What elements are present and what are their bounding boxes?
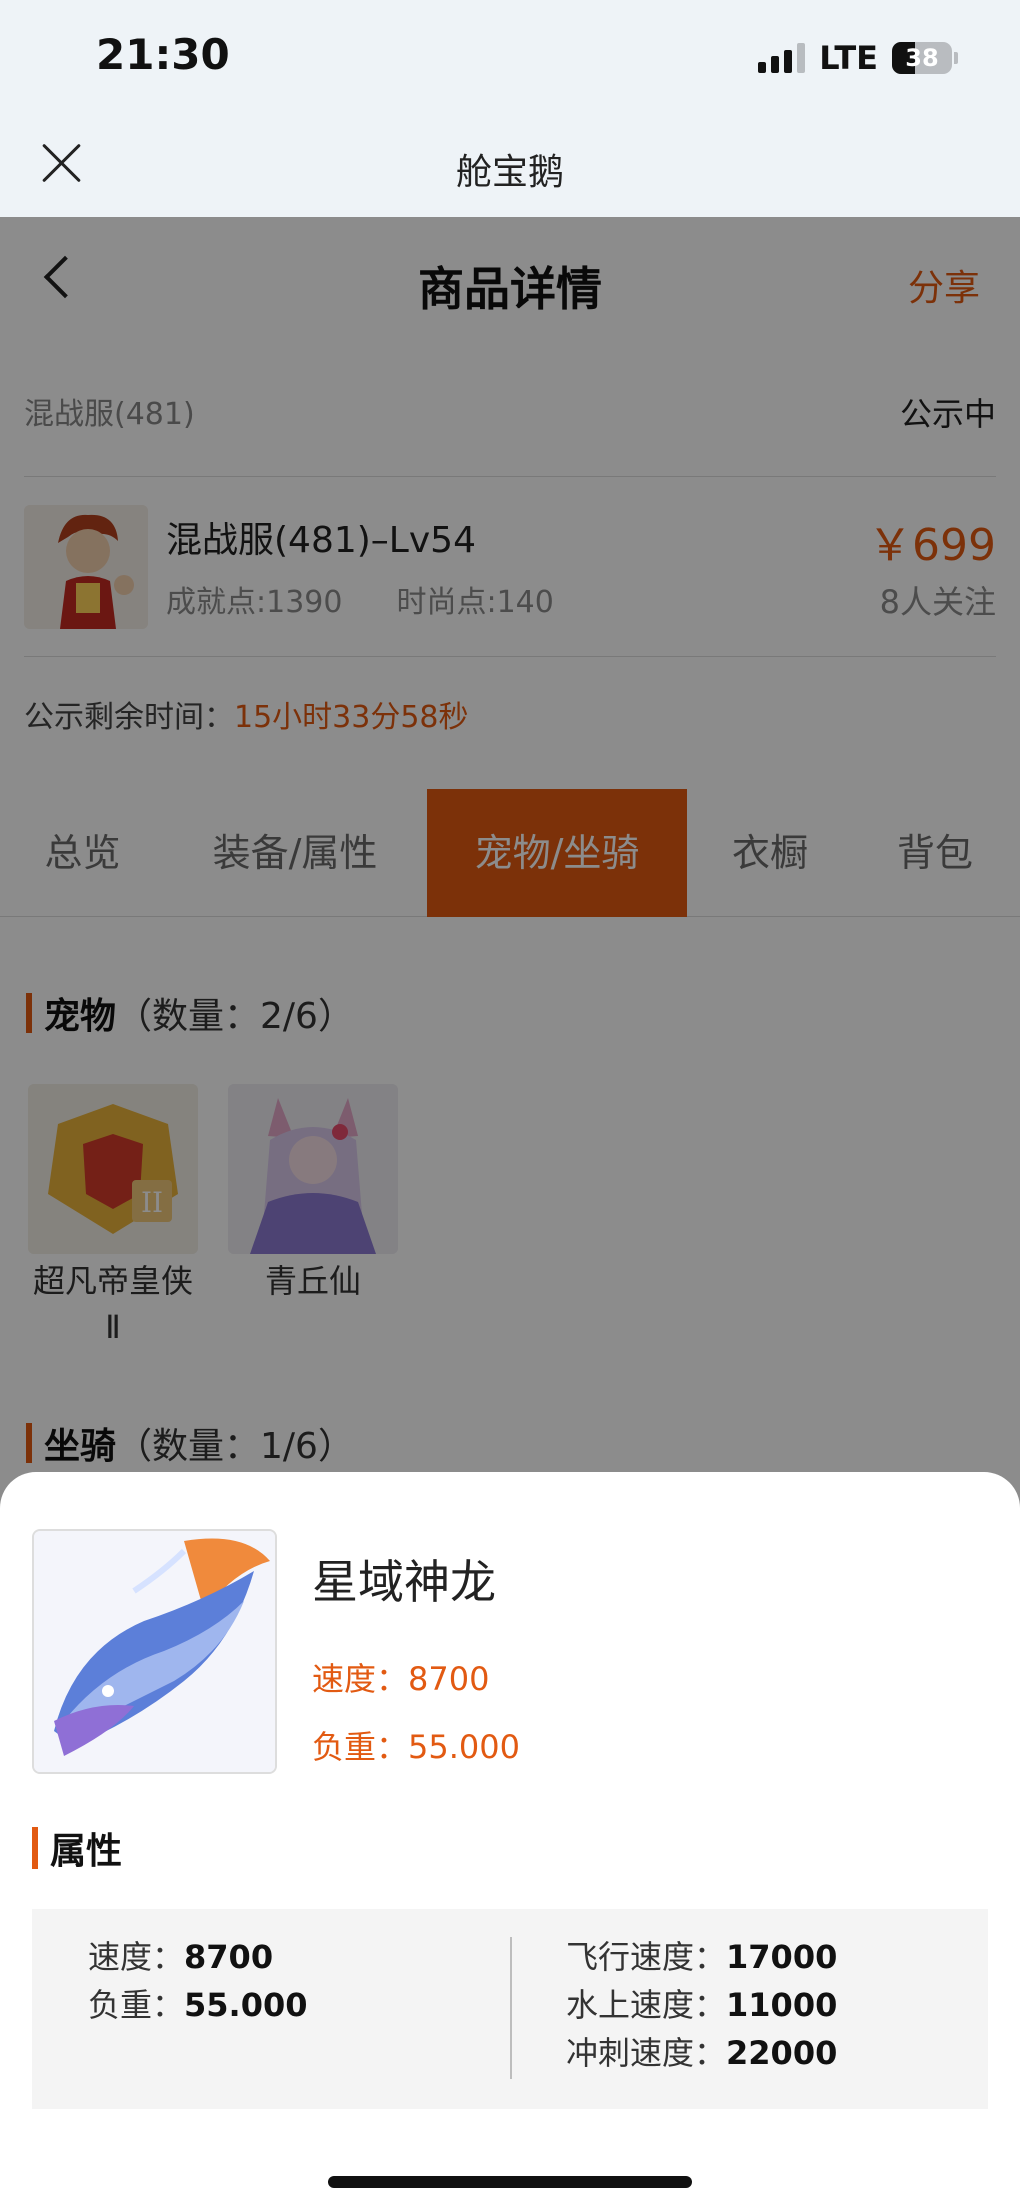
signal-icon	[758, 43, 806, 73]
attribute-key: 水上速度：	[566, 1986, 727, 2024]
attributes-section-title: 属性	[32, 1822, 122, 1874]
attribute-value: 22000	[726, 2034, 838, 2072]
mount-image	[32, 1529, 277, 1774]
mount-speed: 速度：8700	[312, 1660, 490, 1698]
attribute-key: 负重：	[88, 1986, 185, 2024]
attributes-left: 速度：8700 负重：55.000	[88, 1933, 308, 2029]
attribute-key: 速度：	[88, 1938, 185, 1976]
attribute-row: 水上速度：11000	[566, 1981, 837, 2029]
attribute-value: 17000	[726, 1938, 838, 1976]
attribute-key: 飞行速度：	[566, 1938, 727, 1976]
attribute-row: 负重：55.000	[88, 1981, 308, 2029]
attributes-title: 属性	[50, 1831, 123, 1872]
battery-cap	[954, 52, 958, 64]
battery-icon: 38	[892, 42, 952, 74]
attributes-right: 飞行速度：17000 水上速度：11000 冲刺速度：22000	[566, 1933, 837, 2077]
attribute-key: 冲刺速度：	[566, 2034, 727, 2072]
mount-load: 负重：55.000	[312, 1728, 520, 1766]
app-title: 舱宝鹅	[455, 152, 564, 193]
home-indicator[interactable]	[328, 2176, 692, 2188]
app-bar: 舱宝鹅	[0, 115, 1020, 217]
attribute-value: 8700	[184, 1938, 274, 1976]
battery-level: 38	[905, 44, 939, 72]
attribute-row: 飞行速度：17000	[566, 1933, 837, 1981]
attributes-panel: 速度：8700 负重：55.000 飞行速度：17000 水上速度：11000 …	[32, 1909, 988, 2109]
attributes-divider	[510, 1937, 512, 2079]
network-label: LTE	[819, 39, 878, 77]
section-accent-bar	[32, 1827, 38, 1869]
mount-name: 星域神龙	[312, 1555, 496, 1609]
attribute-row: 冲刺速度：22000	[566, 2029, 837, 2077]
attribute-row: 速度：8700	[88, 1933, 308, 1981]
status-time: 21:30	[96, 30, 230, 79]
mount-detail-sheet: 星域神龙 速度：8700 负重：55.000 属性 速度：8700 负重：55.…	[0, 1472, 1020, 2207]
attribute-value: 55.000	[184, 1986, 308, 2024]
status-icons: LTE 38	[758, 38, 958, 78]
attribute-value: 11000	[726, 1986, 838, 2024]
status-bar: 21:30 LTE 38	[0, 0, 1020, 115]
